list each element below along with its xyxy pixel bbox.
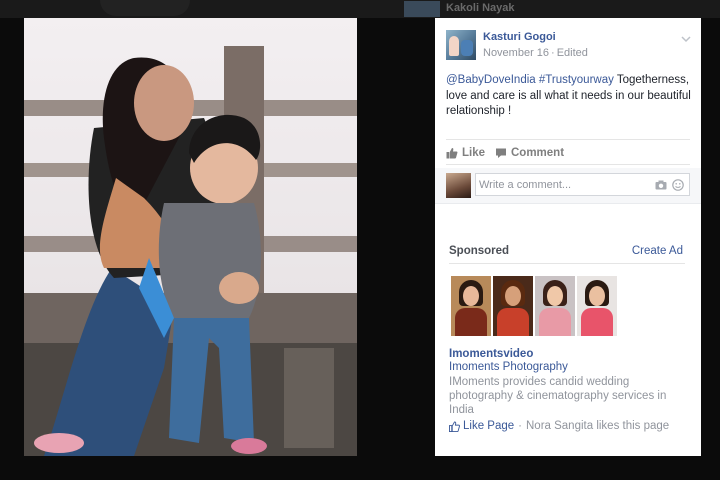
thumbs-up-icon xyxy=(449,420,460,432)
ad-image[interactable] xyxy=(451,276,491,336)
meta-separator: · xyxy=(551,47,555,59)
background-name: Kakoli Nayak xyxy=(446,2,515,14)
ad-subtitle[interactable]: Imoments Photography xyxy=(449,361,568,373)
like-page-link[interactable]: Like Page xyxy=(463,420,514,432)
ad-title[interactable]: Imomentsvideo xyxy=(449,348,533,360)
author-name[interactable]: Kasturi Gogoi xyxy=(483,31,556,43)
ad-social-context: Nora Sangita likes this page xyxy=(526,420,670,432)
post-date[interactable]: November 16 xyxy=(483,47,549,59)
action-bar: Like Comment xyxy=(446,139,690,165)
comment-composer xyxy=(435,168,701,204)
smiley-icon[interactable] xyxy=(672,179,684,191)
viewer-avatar[interactable] xyxy=(446,173,471,198)
post-header: Kasturi Gogoi November 16 · Edited xyxy=(446,28,696,64)
ad-image-strip[interactable] xyxy=(451,276,621,336)
sponsored-heading: Sponsored xyxy=(449,245,510,257)
author-avatar[interactable] xyxy=(446,30,476,60)
background-image xyxy=(100,0,190,16)
post-text: @BabyDoveIndia #Trustyourway Togethernes… xyxy=(446,73,696,120)
post-sidebar: Kasturi Gogoi November 16 · Edited @BabyDo… xyxy=(435,18,701,456)
comment-label: Comment xyxy=(511,147,565,159)
ad-image[interactable] xyxy=(493,276,533,336)
camera-icon[interactable] xyxy=(655,180,667,190)
comment-button[interactable]: Comment xyxy=(495,147,564,159)
like-label: Like xyxy=(462,147,486,159)
ad-description: IMoments provides candid wedding photogr… xyxy=(449,376,667,416)
photo-illustration xyxy=(24,18,357,456)
background-strip: Kakoli Nayak xyxy=(0,0,720,18)
ad-footer: Like Page · Nora Sangita likes this page xyxy=(449,420,669,432)
mention-link[interactable]: @BabyDoveIndia xyxy=(446,74,536,86)
divider xyxy=(449,263,685,264)
post-photo[interactable] xyxy=(24,18,357,456)
ad-image[interactable] xyxy=(577,276,617,336)
thumbs-up-icon xyxy=(446,148,458,159)
speech-bubble-icon xyxy=(496,148,506,158)
background-avatar xyxy=(404,1,440,17)
ad-image[interactable] xyxy=(535,276,575,336)
create-ad-link[interactable]: Create Ad xyxy=(632,245,683,257)
post-meta: November 16 · Edited xyxy=(483,47,588,59)
footer-separator: · xyxy=(518,420,522,432)
edited-label[interactable]: Edited xyxy=(557,47,588,59)
chevron-down-icon[interactable] xyxy=(680,34,692,44)
hashtag-link[interactable]: #Trustyourway xyxy=(539,74,614,86)
like-button[interactable]: Like xyxy=(446,147,485,159)
